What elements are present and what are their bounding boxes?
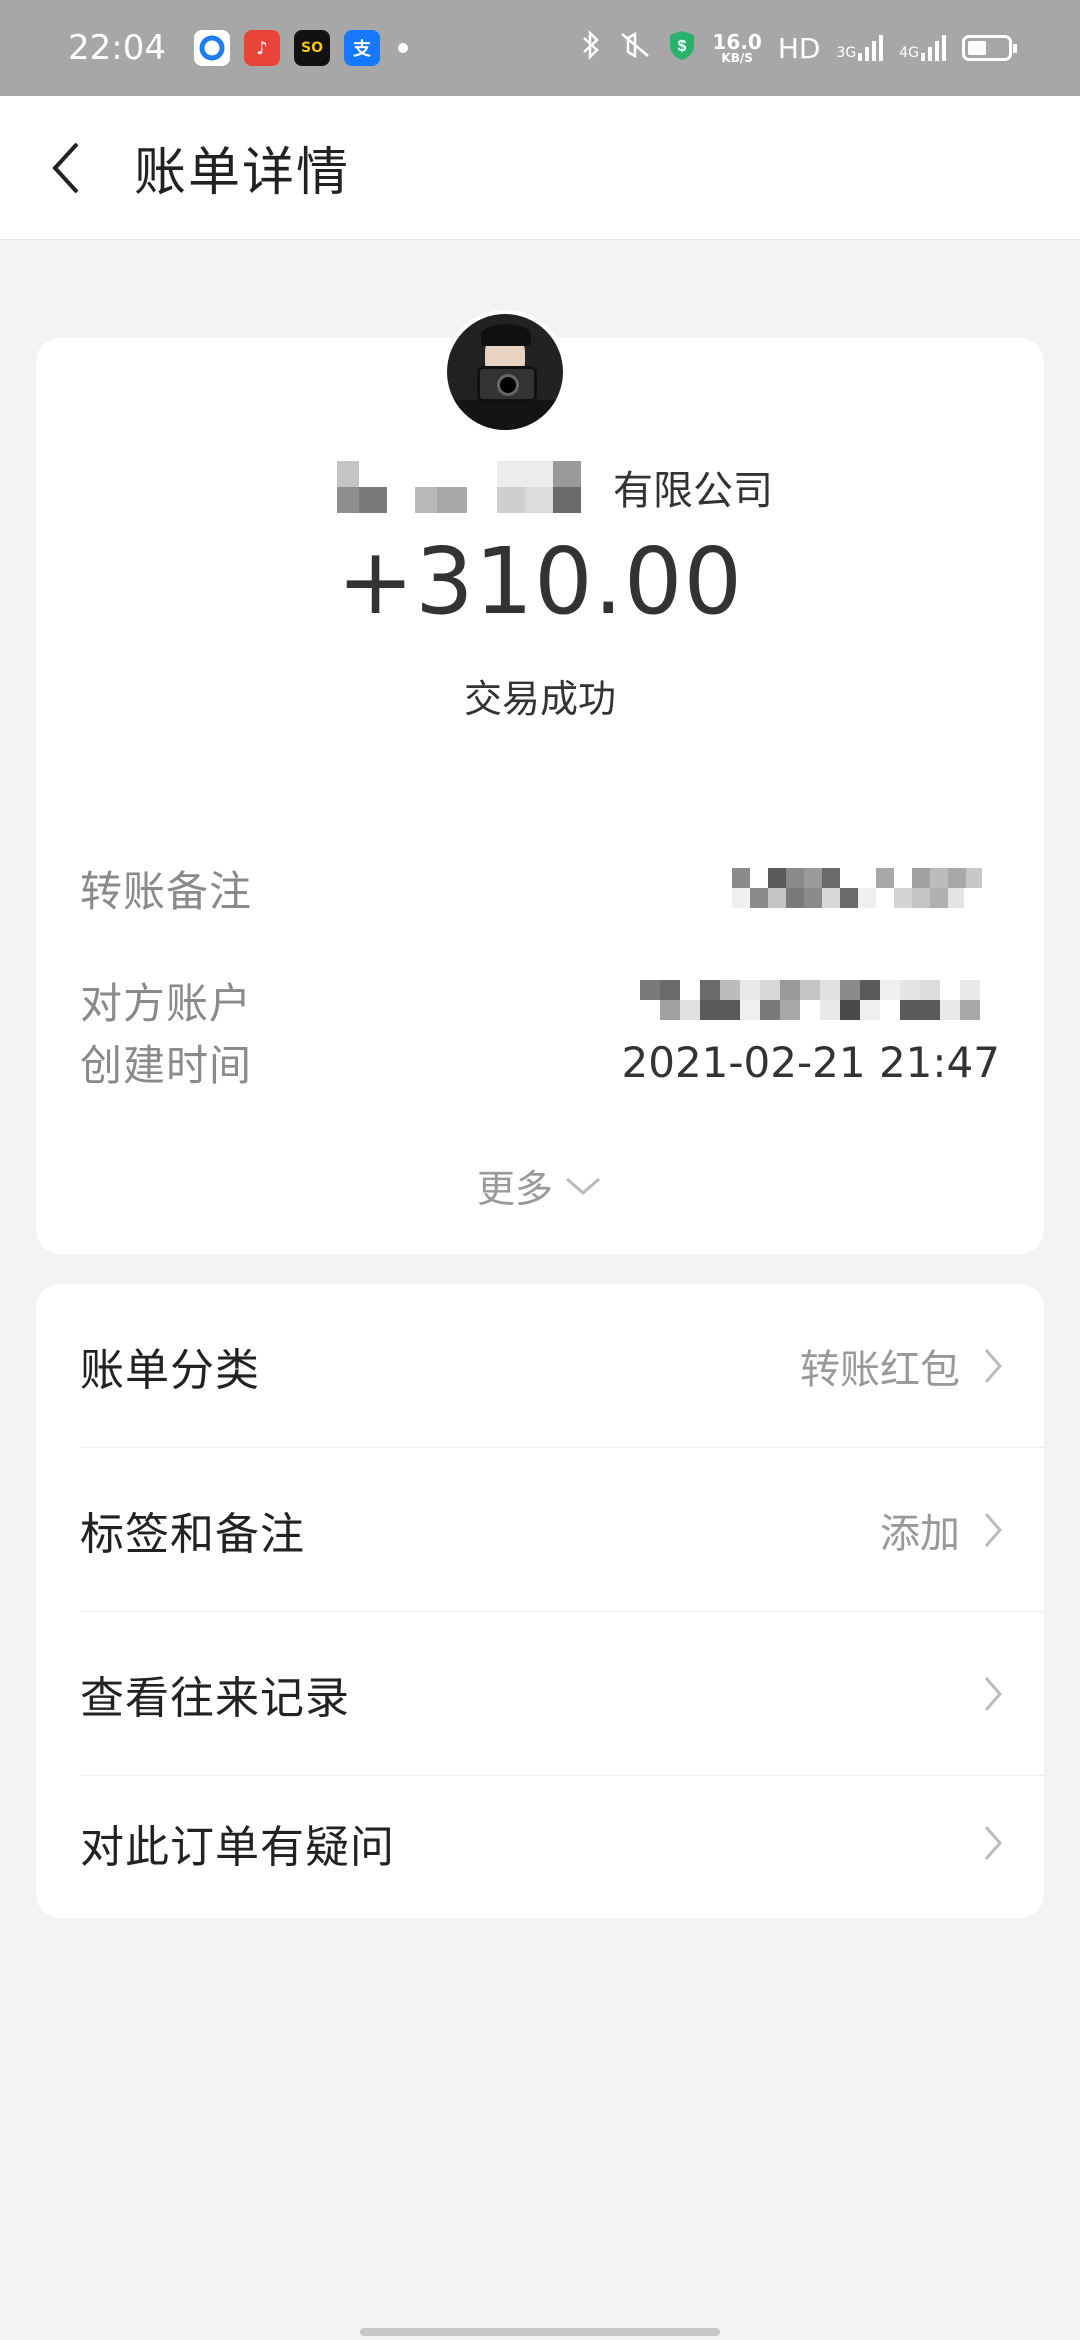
chevron-right-icon	[984, 1349, 1002, 1383]
signal-4g: 4G	[899, 35, 946, 61]
transaction-amount: +310.00	[337, 528, 743, 635]
info-row-remark: 转账备注	[80, 858, 1000, 918]
chevron-right-icon	[984, 1677, 1002, 1711]
status-indicators: $ 16.0 KB/S HD 3G 4G	[580, 29, 1017, 68]
signal-bars-icon	[858, 35, 884, 61]
signal-4g-label: 4G	[899, 45, 919, 61]
menu-item-transaction-history[interactable]: 查看往来记录	[80, 1612, 1044, 1776]
more-toggle[interactable]: 更多	[36, 1158, 1044, 1213]
solo-app-icon: SO	[293, 30, 330, 66]
chevron-left-icon	[52, 142, 79, 193]
status-time: 22:04	[68, 28, 166, 68]
redacted-account-mosaic	[640, 980, 1000, 1020]
page-title: 账单详情	[134, 143, 351, 203]
redacted-name-mosaic	[307, 461, 607, 513]
menu-item-tags-notes[interactable]: 标签和备注 添加	[80, 1448, 1044, 1612]
signal-bars-icon	[921, 35, 946, 61]
home-indicator[interactable]	[360, 2328, 720, 2336]
info-label: 创建时间	[80, 1040, 253, 1090]
back-button[interactable]	[0, 96, 120, 240]
chevron-right-icon	[984, 1826, 1002, 1860]
menu-label: 对此订单有疑问	[80, 1822, 395, 1873]
menu-item-order-question[interactable]: 对此订单有疑问	[80, 1768, 1044, 1918]
svg-text:$: $	[678, 38, 687, 55]
counterparty-name-suffix: 有限公司	[613, 468, 773, 514]
menu-value: 添加	[880, 1511, 960, 1557]
menu-label: 账单分类	[80, 1345, 260, 1396]
music-app-icon: ♪	[243, 30, 280, 66]
chevron-down-icon	[566, 1177, 600, 1195]
counterparty-avatar[interactable]	[443, 310, 567, 434]
signal-3g-label: 3G	[836, 45, 857, 61]
info-row-created-time: 创建时间 2021-02-21 21:47	[80, 1032, 1000, 1092]
transaction-status: 交易成功	[463, 677, 616, 721]
network-speed-unit: KB/S	[721, 51, 753, 65]
battery-icon	[962, 35, 1017, 61]
created-time-value: 2021-02-21 21:47	[621, 1037, 1000, 1087]
menu-label: 标签和备注	[80, 1509, 305, 1560]
menu-value: 转账红包	[800, 1347, 960, 1393]
redacted-remark-mosaic	[732, 868, 1000, 908]
transaction-card: 有限公司 +310.00 交易成功 转账备注 对方账户 创建时间 2021-02…	[36, 338, 1044, 1254]
status-bar: 22:04 ♪ SO 支 $ 16.0 KB/S HD 3G 4G	[0, 0, 1080, 96]
chevron-right-icon	[984, 1513, 1002, 1547]
more-label: 更多	[476, 1167, 553, 1211]
alipay-app-icon: 支	[343, 30, 380, 66]
counterparty-name: 有限公司	[36, 458, 1044, 516]
bill-actions-card: 账单分类 转账红包 标签和备注 添加 查看往来记录 对此订单有疑问	[36, 1284, 1044, 1918]
signal-3g: 3G	[836, 35, 884, 61]
bluetooth-icon	[580, 29, 602, 68]
hd-label: HD	[777, 31, 821, 65]
info-label: 转账备注	[80, 866, 253, 916]
network-speed-value: 16.0	[712, 30, 762, 54]
info-row-account: 对方账户	[80, 970, 1000, 1030]
menu-label: 查看往来记录	[80, 1673, 350, 1724]
app-header: 账单详情	[0, 96, 1080, 240]
network-speed: 16.0 KB/S	[712, 32, 761, 64]
notification-dot-icon	[397, 43, 408, 53]
menu-item-bill-category[interactable]: 账单分类 转账红包	[80, 1284, 1044, 1448]
circle-app-icon	[193, 30, 230, 66]
shield-dollar-icon: $	[668, 29, 696, 68]
info-label: 对方账户	[80, 978, 253, 1028]
mute-vibrate-icon	[618, 30, 652, 67]
